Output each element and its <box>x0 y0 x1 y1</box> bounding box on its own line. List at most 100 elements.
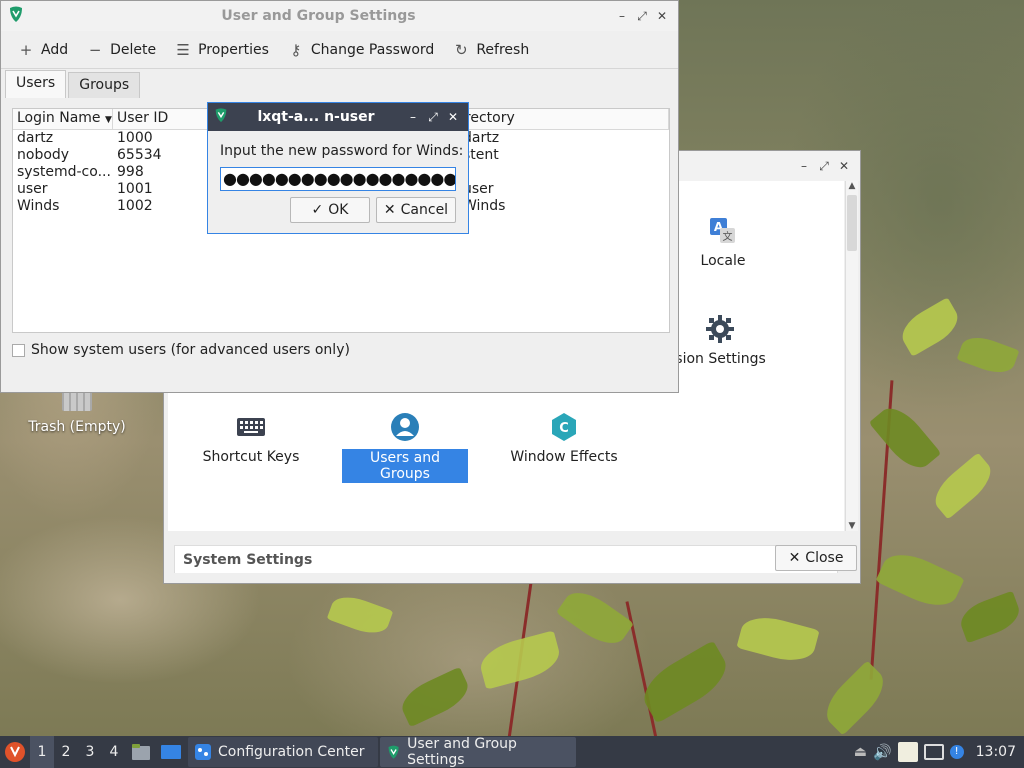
user-group-settings-titlebar[interactable]: User and Group Settings – ⤢ ✕ <box>1 1 678 31</box>
cancel-button[interactable]: ✕ Cancel <box>376 197 456 223</box>
config-item-users-and-groups[interactable]: Users and Groups <box>342 411 468 483</box>
ok-button[interactable]: ✓ OK <box>290 197 370 223</box>
folder-icon <box>132 744 150 760</box>
cell-uid: 1001 <box>117 181 153 197</box>
show-system-users-option[interactable]: Show system users (for advanced users on… <box>12 342 350 358</box>
desktop-switch-4[interactable]: 4 <box>102 736 126 768</box>
keyboard-icon <box>235 411 267 443</box>
task-configuration-center[interactable]: Configuration Center <box>188 737 378 767</box>
wallpaper-leaf <box>817 660 893 736</box>
wallpaper-leaf <box>326 590 394 640</box>
config-center-icon <box>195 744 211 760</box>
gear-icon <box>704 313 736 345</box>
delete-button[interactable]: − Delete <box>78 31 166 69</box>
network-icon[interactable] <box>923 744 944 760</box>
maximize-icon[interactable]: ⤢ <box>814 159 834 174</box>
cancel-label: Cancel <box>400 202 449 218</box>
minimize-icon[interactable]: – <box>794 159 814 173</box>
refresh-label: Refresh <box>476 41 530 58</box>
app-icon <box>213 107 229 127</box>
task-user-group-settings[interactable]: User and Group Settings <box>380 736 576 768</box>
add-button[interactable]: + Add <box>9 31 78 69</box>
close-icon: ✕ <box>383 202 396 218</box>
cell-uid: 1000 <box>117 130 153 146</box>
taskbar: 1 2 3 4 Configuration Center User and Gr… <box>0 736 1024 768</box>
change-password-label: Change Password <box>310 41 435 58</box>
file-manager-launcher[interactable] <box>126 736 156 768</box>
close-icon: ✕ <box>788 550 801 566</box>
column-header-uid[interactable]: User ID <box>113 109 213 129</box>
desktop-switch-3[interactable]: 3 <box>78 736 102 768</box>
wallpaper-leaf <box>956 331 1020 379</box>
trash-label: Trash (Empty) <box>28 419 126 435</box>
notification-icon[interactable]: ! <box>949 745 964 759</box>
scrollbar-thumb[interactable] <box>847 195 857 251</box>
minimize-icon[interactable]: – <box>612 9 632 23</box>
show-system-users-checkbox[interactable] <box>12 343 25 357</box>
change-password-dialog: lxqt-a... n-user – ⤢ ✕ Input the new pas… <box>207 102 469 234</box>
dialog-title: lxqt-a... n-user <box>257 109 375 125</box>
wallpaper-leaf <box>476 630 564 690</box>
minus-icon: − <box>88 40 102 59</box>
config-item-window-effects[interactable]: C Window Effects <box>504 411 624 465</box>
wallpaper-leaf <box>396 666 474 728</box>
properties-button[interactable]: ☰ Properties <box>166 31 279 69</box>
column-label: Login Name <box>17 110 101 126</box>
password-prompt: Input the new password for Winds: <box>220 143 464 159</box>
desktop-switch-2[interactable]: 2 <box>54 736 78 768</box>
refresh-icon: ↻ <box>455 40 468 59</box>
cell-login: dartz <box>17 130 54 146</box>
new-password-field[interactable]: ●●●●●●●●●●●●●●●●●●●●● <box>220 167 456 191</box>
show-desktop-button[interactable] <box>156 736 186 768</box>
user-icon <box>389 411 421 443</box>
cell-uid: 998 <box>117 164 144 180</box>
config-item-label: Locale <box>700 253 746 269</box>
maximize-icon[interactable]: ⤢ <box>632 9 652 24</box>
minimize-icon[interactable]: – <box>403 110 423 124</box>
task-label: Configuration Center <box>218 744 365 760</box>
scroll-down-icon[interactable]: ▼ <box>846 521 858 531</box>
desktop-switch-1[interactable]: 1 <box>30 736 54 768</box>
volume-icon[interactable]: 🔊 <box>873 743 892 761</box>
config-center-scrollbar[interactable]: ▲ ▼ <box>845 181 858 531</box>
svg-text:文: 文 <box>723 230 733 243</box>
config-item-session-settings[interactable]: ssion Settings <box>668 313 788 367</box>
upload-icon[interactable]: ⏏ <box>854 744 867 760</box>
system-settings-group-header: System Settings <box>174 545 838 573</box>
start-menu-button[interactable] <box>0 736 30 768</box>
close-button[interactable]: ✕ Close <box>775 545 857 571</box>
scroll-up-icon[interactable]: ▲ <box>846 181 858 191</box>
close-icon[interactable]: ✕ <box>834 159 854 173</box>
key-icon: ⚷ <box>290 40 302 59</box>
dialog-titlebar[interactable]: lxqt-a... n-user – ⤢ ✕ <box>208 103 468 131</box>
clipboard-icon[interactable] <box>897 742 918 762</box>
refresh-button[interactable]: ↻ Refresh <box>444 31 539 69</box>
clock[interactable]: 13:07 <box>970 744 1020 760</box>
toolbar: + Add − Delete ☰ Properties ⚷ Change Passwor… <box>1 31 678 69</box>
column-header-login[interactable]: Login Name ▼ <box>13 109 113 129</box>
delete-label: Delete <box>110 41 157 58</box>
config-item-locale[interactable]: A文 Locale <box>688 215 758 269</box>
tab-users[interactable]: Users <box>5 70 67 98</box>
change-password-button[interactable]: ⚷ Change Password <box>279 31 444 69</box>
add-label: Add <box>41 41 69 58</box>
cell-login: nobody <box>17 147 70 163</box>
show-system-users-label: Show system users (for advanced users on… <box>31 342 350 358</box>
task-label: User and Group Settings <box>407 736 517 768</box>
system-tray: ⏏ 🔊 ! 13:07 <box>854 742 1024 762</box>
desktop-icon <box>161 745 181 759</box>
close-button-label: Close <box>805 550 844 566</box>
menu-icon <box>5 742 25 762</box>
config-item-label: Shortcut Keys <box>202 449 300 465</box>
cell-login: user <box>17 181 48 197</box>
wallpaper-leaf <box>556 583 634 653</box>
close-icon[interactable]: ✕ <box>652 9 672 23</box>
config-item-shortcut-keys[interactable]: Shortcut Keys <box>196 411 306 465</box>
locale-icon: A文 <box>707 215 739 247</box>
wallpaper-leaf <box>875 544 965 616</box>
close-icon[interactable]: ✕ <box>443 110 463 124</box>
plus-icon: + <box>19 40 33 59</box>
maximize-icon[interactable]: ⤢ <box>423 110 443 125</box>
wallpaper-leaf <box>895 297 965 357</box>
tab-groups[interactable]: Groups <box>68 72 141 98</box>
